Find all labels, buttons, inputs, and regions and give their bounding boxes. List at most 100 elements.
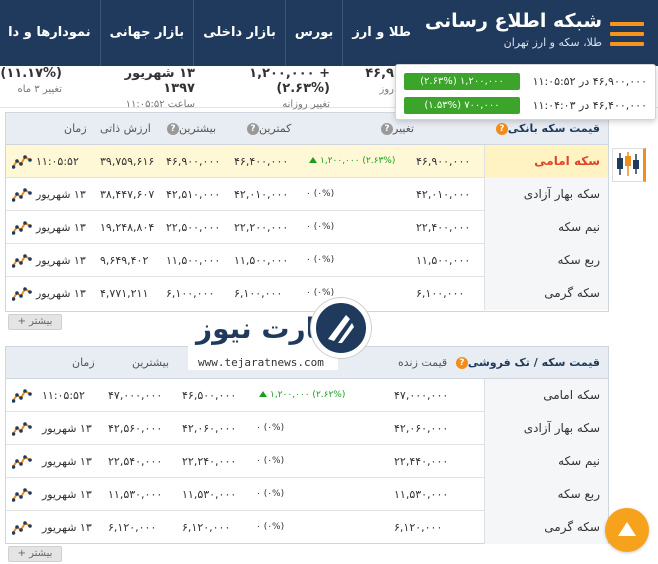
cell-change: (۰%) ۰ xyxy=(306,255,335,265)
chart-icon[interactable] xyxy=(12,219,32,237)
coin-name[interactable]: ربع سکه xyxy=(484,478,608,511)
table-row[interactable]: سکه امامی ۴۶,۹۰۰,۰۰۰ (۲.۶۳%) ۱,۲۰۰,۰۰۰ ۴۶,۴… xyxy=(6,145,608,178)
scroll-top-button[interactable] xyxy=(605,508,649,552)
col-high[interactable]: بیشترین xyxy=(132,347,169,379)
cell-time: ۱۳ شهریور xyxy=(42,455,92,468)
nav-domestic-market[interactable]: بازار داخلی xyxy=(193,0,285,66)
stat-3month-label: تغییر ۳ ماه xyxy=(17,84,62,95)
cell-price: ۶,۱۲۰,۰۰۰ xyxy=(394,521,443,534)
bank-coin-table: ? قیمت سکه بانکی ? تغییر ? کمترین ? بیشترین … xyxy=(5,112,609,312)
cell-price: ۴۲,۰۶۰,۰۰۰ xyxy=(394,422,449,435)
col-time[interactable]: زمان xyxy=(72,347,95,379)
cell-price: ۱۱,۵۰۰,۰۰۰ xyxy=(416,254,471,267)
cell-low: ۶,۱۲۰,۰۰۰ xyxy=(182,521,231,534)
col-live-price-label: قیمت زنده xyxy=(398,356,448,369)
coin-name[interactable]: سکه گرمی xyxy=(484,511,608,544)
stat-daily-change-value: + ۱,۲۰۰,۰۰۰ (۲.۶۳%) xyxy=(249,66,330,96)
price-history-popup: ۱,۲۰۰,۰۰۰ (۲.۶۳%) ۴۶,۹۰۰,۰۰۰ در ۱۱:۰۵:۵۲… xyxy=(395,64,656,120)
cell-change: (۰%) ۰ xyxy=(256,423,285,433)
chart-icon[interactable] xyxy=(12,252,32,270)
col-time[interactable]: زمان xyxy=(64,113,87,145)
table-row[interactable]: سکه بهار آزادی ۴۲,۰۶۰,۰۰۰ (۰%) ۰ ۴۲,۰۶۰,۰۰۰… xyxy=(6,412,608,445)
coin-name[interactable]: ربع سکه xyxy=(484,244,608,277)
nav-global-market[interactable]: بازار جهانی xyxy=(99,0,194,66)
table-row[interactable]: ربع سکه ۱۱,۵۳۰,۰۰۰ (۰%) ۰ ۱۱,۵۳۰,۰۰۰ ۱۱,۵۳۰,… xyxy=(6,478,608,511)
coin-name[interactable]: سکه امامی xyxy=(484,145,608,178)
coin-name[interactable]: نیم سکه xyxy=(484,211,608,244)
change-value: (۲.۶۲%) ۱,۲۰۰,۰۰۰ xyxy=(270,390,346,400)
chart-icon[interactable] xyxy=(12,387,32,405)
cell-high: ۱۱,۵۰۰,۰۰۰ xyxy=(166,254,221,267)
table-row[interactable]: ربع سکه ۱۱,۵۰۰,۰۰۰ (۰%) ۰ ۱۱,۵۰۰,۰۰۰ ۱۱,۵۰۰,… xyxy=(6,244,608,277)
cell-price: ۶,۱۰۰,۰۰۰ xyxy=(416,287,465,300)
cell-low: ۱۱,۵۰۰,۰۰۰ xyxy=(234,254,289,267)
cell-change: (۰%) ۰ xyxy=(306,189,335,199)
chart-icon[interactable] xyxy=(12,285,32,303)
help-icon[interactable]: ? xyxy=(495,123,508,135)
chart-icon[interactable] xyxy=(12,186,32,204)
chart-icon[interactable] xyxy=(12,453,32,471)
help-icon: ? xyxy=(167,123,179,135)
cell-time: ۱۱:۰۵:۵۲ xyxy=(36,155,79,168)
more-button[interactable]: + بیشتر xyxy=(8,546,62,562)
help-icon[interactable]: ? xyxy=(455,357,468,369)
table-row[interactable]: نیم سکه ۲۲,۴۰۰,۰۰۰ (۰%) ۰ ۲۲,۲۰۰,۰۰۰ ۲۲,۵۰۰,… xyxy=(6,211,608,244)
popup-price-text: ۴۶,۴۰۰,۰۰۰ در ۱۱:۰۴:۰۳ xyxy=(532,99,647,112)
nav-charts[interactable]: نمودارها و دا xyxy=(0,0,100,66)
help-icon: ? xyxy=(381,123,393,135)
coin-name[interactable]: سکه گرمی xyxy=(484,277,608,310)
col-high-label: بیشترین xyxy=(179,122,217,135)
col-high[interactable]: ? بیشترین xyxy=(164,113,216,145)
cell-intrinsic: ۱۹,۲۴۸,۸۰۴ xyxy=(100,221,155,234)
brand-subtitle: طلا، سکه و ارز تهران xyxy=(503,36,602,49)
cell-time: ۱۳ شهریور xyxy=(42,422,92,435)
col-time-label: زمان xyxy=(64,122,87,135)
table-row[interactable]: سکه بهار آزادی ۴۲,۰۱۰,۰۰۰ (۰%) ۰ ۴۲,۰۱۰,۰۰۰… xyxy=(6,178,608,211)
chart-icon[interactable] xyxy=(12,420,32,438)
cell-high: ۴۲,۵۱۰,۰۰۰ xyxy=(166,188,221,201)
cell-time: ۱۳ شهریور xyxy=(42,521,92,534)
stat-daily-change-label: تغییر روزانه xyxy=(282,99,330,110)
cell-low: ۴۲,۰۶۰,۰۰۰ xyxy=(182,422,237,435)
arrow-up-icon xyxy=(259,391,267,397)
stat-date-label: ساعت ۱۱:۰۵:۵۲ xyxy=(125,99,195,110)
cell-time: ۱۱:۰۵:۵۲ xyxy=(42,389,85,402)
table-row[interactable]: سکه امامی ۴۷,۰۰۰,۰۰۰ (۲.۶۲%) ۱,۲۰۰,۰۰۰ ۴۶,۵… xyxy=(6,379,608,412)
help-icon: ? xyxy=(247,123,259,135)
table-title-text: قیمت سکه / تک فروشی xyxy=(467,356,600,369)
cell-time: ۱۳ شهریور xyxy=(36,221,86,234)
col-low[interactable]: ? کمترین xyxy=(244,113,291,145)
popup-change-pill: ۱,۲۰۰,۰۰۰ (۲.۶۳%) xyxy=(404,73,520,90)
nav-gold-currency[interactable]: طلا و ارز xyxy=(342,0,420,66)
candlestick-chart-icon[interactable] xyxy=(612,148,646,182)
tejaratnews-logo: تجارت نیوز www.tejaratnews.com xyxy=(188,298,374,382)
coin-name[interactable]: سکه بهار آزادی xyxy=(484,178,608,211)
cell-price: ۲۲,۴۰۰,۰۰۰ xyxy=(416,221,471,234)
chart-icon[interactable] xyxy=(12,519,32,537)
brand-title: شبکه اطلاع رسانی xyxy=(424,10,602,32)
brand[interactable]: شبکه اطلاع رسانی طلا، سکه و ارز تهران xyxy=(422,8,602,49)
cell-intrinsic: ۳۸,۴۴۷,۶۰۷ xyxy=(100,188,155,201)
cell-time: ۱۳ شهریور xyxy=(36,287,86,300)
stat-day: ۴۶,۹ روز xyxy=(350,66,394,95)
popup-row: ۷۰۰,۰۰۰ (۱.۵۳%) ۴۶,۴۰۰,۰۰۰ در ۱۱:۰۴:۰۳ xyxy=(404,97,647,115)
popup-change-pill: ۷۰۰,۰۰۰ (۱.۵۳%) xyxy=(404,97,520,114)
col-live-price[interactable]: قیمت زنده xyxy=(398,347,447,379)
chart-icon[interactable] xyxy=(12,486,32,504)
col-intrinsic[interactable]: ارزش ذاتی xyxy=(100,113,151,145)
cell-high: ۶,۱۲۰,۰۰۰ xyxy=(108,521,157,534)
coin-name[interactable]: سکه بهار آزادی xyxy=(484,412,608,445)
table-row[interactable]: نیم سکه ۲۲,۴۴۰,۰۰۰ (۰%) ۰ ۲۲,۲۴۰,۰۰۰ ۲۲,۵۴۰,… xyxy=(6,445,608,478)
table-row[interactable]: سکه گرمی ۶,۱۲۰,۰۰۰ (۰%) ۰ ۶,۱۲۰,۰۰۰ ۶,۱۲۰,۰۰… xyxy=(6,511,608,544)
main-nav: طلا و ارز بورس بازار داخلی بازار جهانی ن… xyxy=(0,0,420,66)
nav-bourse[interactable]: بورس xyxy=(284,0,342,66)
coin-name[interactable]: نیم سکه xyxy=(484,445,608,478)
chart-icon[interactable] xyxy=(12,153,32,171)
menu-icon[interactable] xyxy=(610,22,644,46)
cell-high: ۱۱,۵۳۰,۰۰۰ xyxy=(108,488,163,501)
cell-high: ۴۷,۰۰۰,۰۰۰ xyxy=(108,389,163,402)
cell-change: (۰%) ۰ xyxy=(306,222,335,232)
coin-name[interactable]: سکه امامی xyxy=(484,379,608,412)
more-button[interactable]: + بیشتر xyxy=(8,314,62,330)
cell-high: ۴۲,۵۶۰,۰۰۰ xyxy=(108,422,163,435)
